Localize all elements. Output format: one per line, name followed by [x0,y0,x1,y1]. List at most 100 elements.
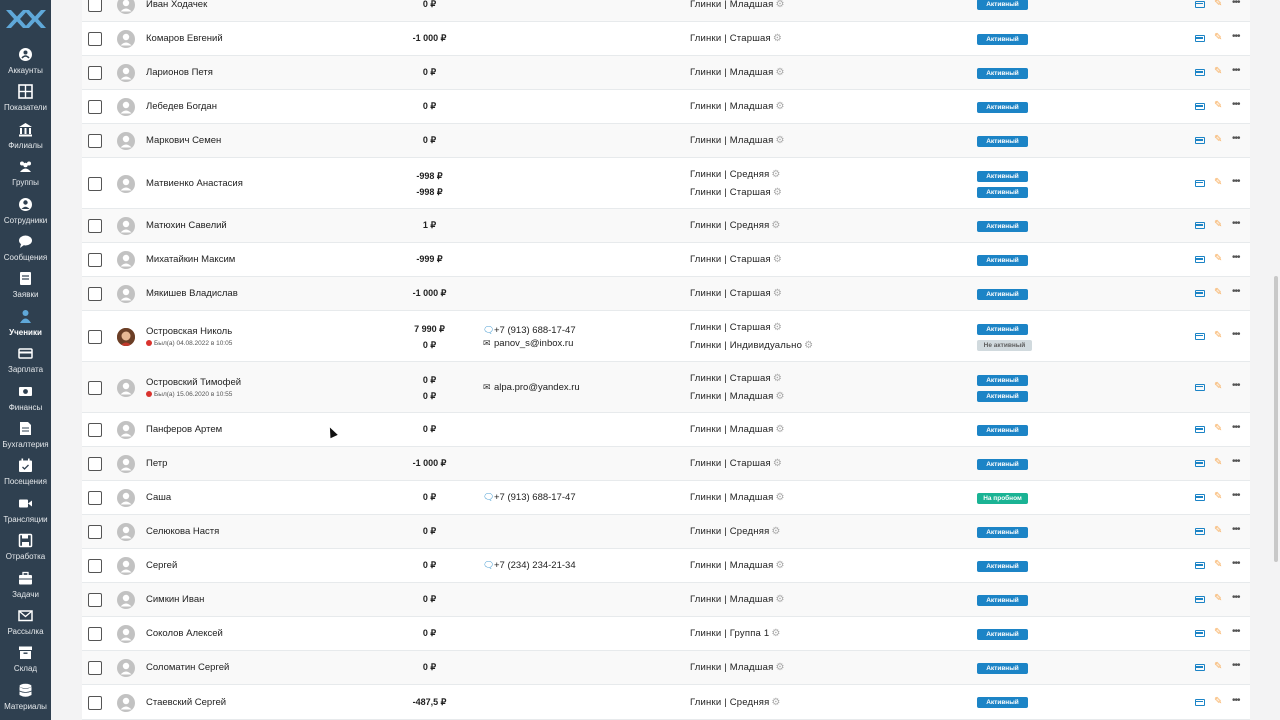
contact-value[interactable]: alpa.pro@yandex.ru [494,382,580,393]
row-checkbox[interactable] [88,457,102,471]
payment-card-icon[interactable] [1195,494,1205,501]
group-name[interactable]: Глинки | Старшая [690,254,771,265]
gear-icon[interactable]: ⚙︎ [775,662,784,673]
more-menu-icon[interactable]: ••• [1232,660,1240,671]
more-menu-icon[interactable]: ••• [1232,0,1240,8]
scrollbar-thumb[interactable] [1274,276,1278,562]
status-badge[interactable]: На пробном [977,492,1028,504]
group-name[interactable]: Глинки | Средняя [690,526,769,537]
group-label[interactable]: Глинки | Индивидуально ⚙︎ [690,340,813,351]
edit-pencil-icon[interactable]: ✎︎ [1214,661,1222,672]
group-label[interactable]: Глинки | Младшая ⚙︎ [690,662,785,673]
avatar[interactable] [117,523,135,541]
status-badge[interactable]: Активный [977,323,1028,335]
table-row[interactable]: Мякишев Владислав -1 000 ₽ Глинки | Старша… [82,277,1250,311]
row-checkbox[interactable] [88,423,102,437]
group-name[interactable]: Глинки | Средняя [690,697,769,708]
edit-pencil-icon[interactable]: ✎︎ [1214,381,1222,392]
sidebar-item-14[interactable]: Отработка [0,533,51,570]
status-badge[interactable]: Активный [977,526,1028,538]
payment-card-icon[interactable] [1195,383,1205,391]
row-checkbox[interactable] [88,627,102,641]
payment-card-icon[interactable] [1195,137,1205,144]
more-menu-icon[interactable]: ••• [1232,558,1240,569]
group-name[interactable]: Глинки | Старшая [690,458,771,469]
row-checkbox[interactable] [88,176,102,191]
gear-icon[interactable]: ⚙︎ [775,101,784,112]
status-badge[interactable]: Активный [977,458,1028,470]
group-label[interactable]: Глинки | Старшая ⚙︎ [690,33,782,44]
status-badge[interactable]: Не активный [977,339,1032,351]
student-name[interactable]: Лебедев Богдан [146,101,217,112]
gear-icon[interactable]: ⚙︎ [775,67,784,78]
group-label[interactable]: Глинки | Младшая ⚙︎ [690,67,785,78]
row-checkbox[interactable] [88,329,102,344]
logo[interactable] [4,6,47,32]
group-name[interactable]: Глинки | Старшая [690,288,771,299]
avatar[interactable] [117,327,135,346]
contact-value[interactable]: +7 (913) 688-17-47 [494,492,576,503]
table-row[interactable]: Сергей 0 ₽ 🗨︎+7 (234) 234-21-34 Глинки | Мл… [82,549,1250,583]
avatar[interactable] [117,251,135,269]
payment-card-icon[interactable] [1195,0,1205,8]
table-row[interactable]: Соколов Алексей 0 ₽ Глинки | Группа 1 ⚙︎ Акт… [82,617,1250,651]
group-label[interactable]: Глинки | Младшая ⚙︎ [690,135,785,146]
edit-pencil-icon[interactable]: ✎︎ [1214,525,1222,536]
student-name[interactable]: Соломатин Сергей [146,662,229,673]
group-name[interactable]: Глинки | Группа 1 [690,628,769,639]
status-badge[interactable]: Активный [977,170,1028,182]
student-name[interactable]: Селюкова Настя [146,526,219,537]
student-name[interactable]: Соколов Алексей [146,628,223,639]
contact-phone[interactable]: 🗨︎+7 (234) 234-21-34 [483,560,576,571]
row-checkbox[interactable] [88,134,102,148]
sidebar-item-15[interactable]: Задачи [0,571,51,608]
student-name[interactable]: Стаевский Сергей [146,697,226,708]
student-name[interactable]: Симкин Иван [146,594,204,605]
edit-pencil-icon[interactable]: ✎︎ [1214,134,1222,145]
student-name[interactable]: Панферов Артем [146,424,222,435]
edit-pencil-icon[interactable]: ✎︎ [1214,177,1222,188]
table-row[interactable]: Селюкова Настя 0 ₽ Глинки | Средняя ⚙︎ Актив… [82,515,1250,549]
sidebar-item-18[interactable]: Материалы [0,683,51,720]
gear-icon[interactable]: ⚙︎ [775,135,784,146]
more-menu-icon[interactable]: ••• [1232,329,1240,340]
table-row[interactable]: Островский Тимофей Был(а) 15.06.2020 в 10… [82,362,1250,413]
gear-icon[interactable]: ⚙︎ [775,560,784,571]
group-label[interactable]: Глинки | Средняя ⚙︎ [690,220,781,231]
payment-card-icon[interactable] [1195,332,1205,340]
row-checkbox[interactable] [88,287,102,301]
payment-card-icon[interactable] [1195,664,1205,671]
more-menu-icon[interactable]: ••• [1232,65,1240,76]
table-row[interactable]: Петр -1 000 ₽ Глинки | Старшая ⚙︎ Активный ✎︎… [82,447,1250,481]
edit-pencil-icon[interactable]: ✎︎ [1214,627,1222,638]
group-label[interactable]: Глинки | Старшая ⚙︎ [690,288,782,299]
edit-pencil-icon[interactable]: ✎︎ [1214,559,1222,570]
group-name[interactable]: Глинки | Младшая [690,391,773,402]
sidebar-item-10[interactable]: Финансы [0,384,51,421]
row-checkbox[interactable] [88,559,102,573]
table-row[interactable]: Матюхин Савелий 1 ₽ Глинки | Средняя ⚙︎ Акти… [82,209,1250,243]
group-label[interactable]: Глинки | Старшая ⚙︎ [690,373,782,384]
student-name[interactable]: Мякишев Владислав [146,288,238,299]
gear-icon[interactable]: ⚙︎ [771,220,780,231]
more-menu-icon[interactable]: ••• [1232,524,1240,535]
more-menu-icon[interactable]: ••• [1232,218,1240,229]
group-name[interactable]: Глинки | Средняя [690,220,769,231]
gear-icon[interactable]: ⚙︎ [775,391,784,402]
gear-icon[interactable]: ⚙︎ [804,340,813,351]
group-name[interactable]: Глинки | Индивидуально [690,340,802,351]
payment-card-icon[interactable] [1195,698,1205,706]
payment-card-icon[interactable] [1195,528,1205,535]
table-row[interactable]: Михатайкин Максим -999 ₽ Глинки | Старшая ⚙… [82,243,1250,277]
payment-card-icon[interactable] [1195,460,1205,467]
avatar[interactable] [117,659,135,677]
gear-icon[interactable]: ⚙︎ [773,33,782,44]
gear-icon[interactable]: ⚙︎ [773,254,782,265]
gear-icon[interactable]: ⚙︎ [773,322,782,333]
student-name[interactable]: Островский Тимофей [146,377,241,388]
table-row[interactable]: Панферов Артем 0 ₽ Глинки | Младшая ⚙︎ Актив… [82,413,1250,447]
edit-pencil-icon[interactable]: ✎︎ [1214,219,1222,230]
row-checkbox[interactable] [88,380,102,395]
edit-pencil-icon[interactable]: ✎︎ [1214,457,1222,468]
avatar[interactable] [117,557,135,575]
